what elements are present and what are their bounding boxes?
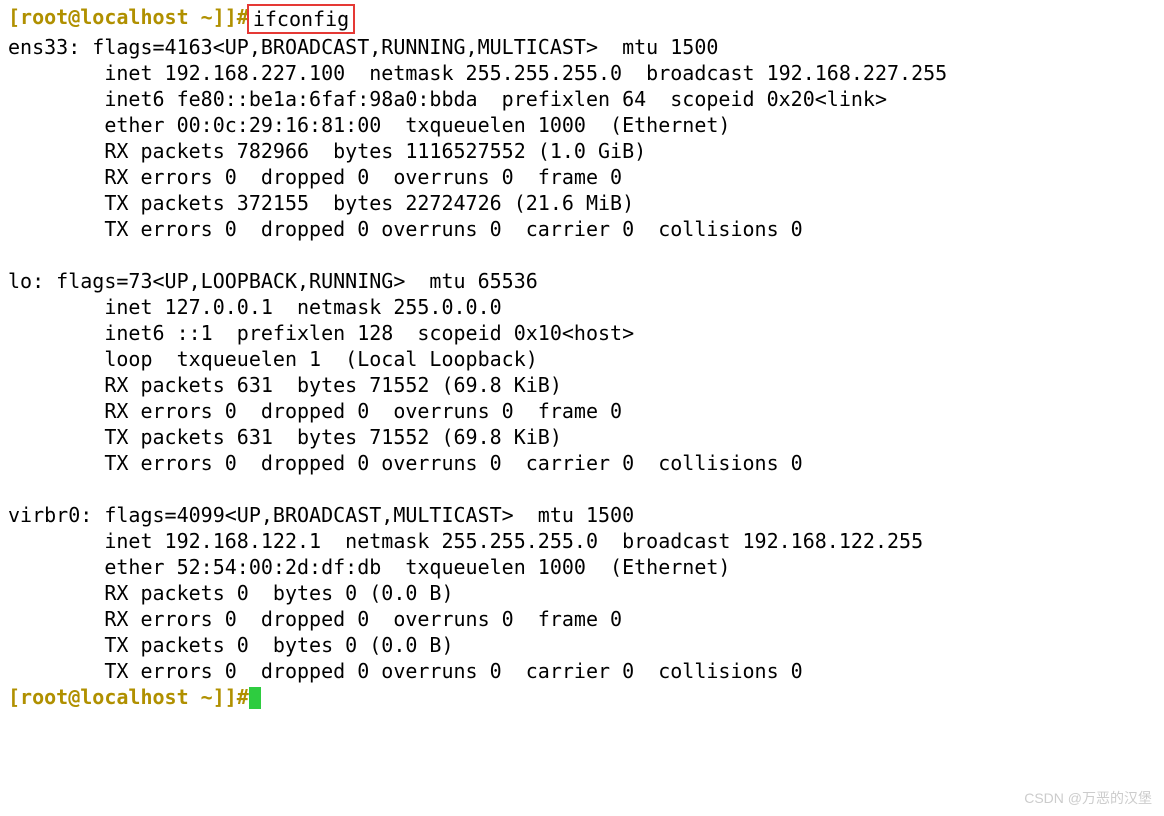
shell-prompt-1: [root@localhost ~]]# [8, 5, 249, 29]
command-text: ifconfig [253, 7, 349, 31]
watermark-text: CSDN @万恶的汉堡 [1024, 788, 1152, 808]
command-highlight-box: ifconfig [247, 4, 355, 34]
shell-prompt-2: [root@localhost ~]]# [8, 685, 249, 709]
terminal-output[interactable]: [root@localhost ~]]#ifconfig ens33: flag… [0, 0, 1164, 714]
ifconfig-block: ens33: flags=4163<UP,BROADCAST,RUNNING,M… [8, 35, 947, 683]
cursor-block [249, 687, 261, 709]
